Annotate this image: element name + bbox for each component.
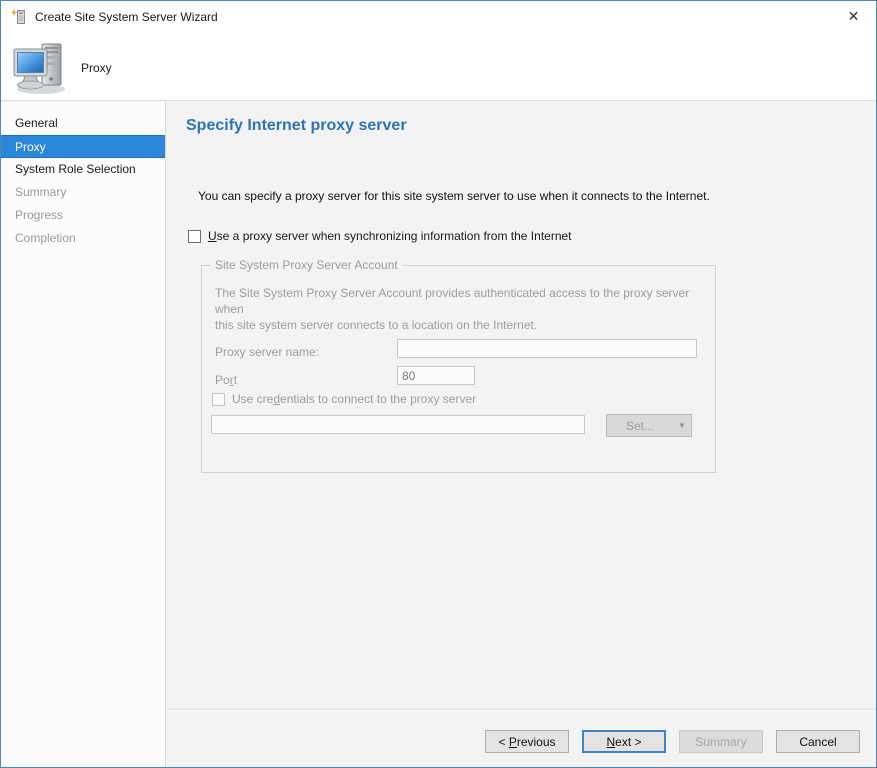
next-button[interactable]: Next >: [582, 730, 666, 753]
window-title: Create Site System Server Wizard: [35, 10, 218, 24]
wizard-steps-sidebar: General Proxy System Role Selection Summ…: [1, 102, 166, 767]
set-account-button-label: Set...: [607, 419, 673, 433]
site-system-proxy-account-group: Site System Proxy Server Account The Sit…: [201, 265, 716, 473]
set-account-button[interactable]: Set... ▼: [606, 414, 692, 437]
proxy-server-name-input[interactable]: [397, 339, 697, 358]
groupbox-description: The Site System Proxy Server Account pro…: [215, 285, 715, 333]
site-system-computer-icon: [11, 41, 69, 98]
proxy-account-input[interactable]: [211, 415, 585, 434]
close-button[interactable]: ✕: [831, 1, 876, 32]
chevron-down-icon: ▼: [673, 421, 691, 430]
title-bar: Create Site System Server Wizard ✕: [1, 1, 876, 33]
sidebar-item-summary: Summary: [1, 181, 165, 204]
wizard-window: Create Site System Server Wizard ✕: [0, 0, 877, 768]
page-title: Specify Internet proxy server: [186, 117, 407, 135]
groupbox-legend: Site System Proxy Server Account: [211, 258, 402, 272]
wizard-page-content: Specify Internet proxy server You can sp…: [167, 102, 875, 709]
summary-button[interactable]: Summary: [679, 730, 763, 753]
use-proxy-checkbox-row: Use a proxy server when synchronizing in…: [188, 229, 572, 243]
sidebar-item-progress: Progress: [1, 204, 165, 227]
wizard-page-label: Proxy: [81, 61, 112, 75]
sidebar-item-general[interactable]: General: [1, 112, 165, 135]
wizard-app-icon: [11, 9, 27, 25]
previous-button[interactable]: < Previous: [485, 730, 569, 753]
use-proxy-checkbox[interactable]: [188, 230, 201, 243]
wizard-header: Proxy: [1, 33, 876, 101]
use-credentials-checkbox-row: Use credentials to connect to the proxy …: [212, 392, 476, 406]
use-proxy-checkbox-label: Use a proxy server when synchronizing in…: [208, 229, 572, 243]
proxy-server-name-label: Proxy server name:: [215, 345, 319, 359]
sidebar-item-proxy[interactable]: Proxy: [1, 135, 165, 158]
port-input[interactable]: [397, 366, 475, 385]
sidebar-item-system-role-selection[interactable]: System Role Selection: [1, 158, 165, 181]
sidebar-item-completion: Completion: [1, 227, 165, 250]
close-icon: ✕: [848, 8, 860, 25]
use-credentials-checkbox-label: Use credentials to connect to the proxy …: [232, 392, 476, 406]
wizard-button-bar: < Previous Next > Summary Cancel: [167, 709, 875, 766]
cancel-button[interactable]: Cancel: [776, 730, 860, 753]
port-label: Port: [215, 373, 237, 387]
page-description: You can specify a proxy server for this …: [198, 189, 710, 203]
use-credentials-checkbox[interactable]: [212, 393, 225, 406]
